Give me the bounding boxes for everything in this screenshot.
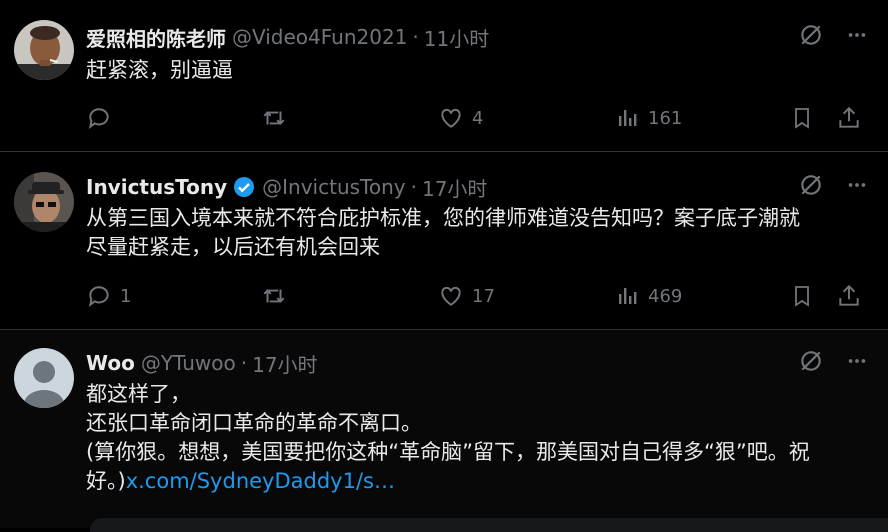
user-photo-icon [14,172,74,232]
post-actions: 4 161 [86,102,868,134]
like-count: 4 [472,107,484,129]
grok-icon[interactable] [798,348,824,379]
reply-box-edge [90,518,888,532]
author-handle[interactable]: @InvictusTony [262,175,405,199]
post-text: 从第三国入境本来就不符合庇护标准，您的律师难道没告知吗？案子底子潮就 尽量赶紧走… [86,206,800,259]
avatar[interactable] [14,172,74,232]
share-button[interactable] [836,280,862,312]
like-count: 17 [472,285,495,307]
author-handle[interactable]: @Video4Fun2021 [232,25,407,49]
bookmark-icon [795,108,809,129]
verified-badge-icon[interactable] [232,175,256,199]
post-1[interactable]: 爱照相的陈老师 @Video4Fun2021 · 11小时 赶紧滚，别逼逼 4 … [0,0,888,152]
bookmark-icon [795,286,809,307]
views-icon [619,110,637,126]
post-time[interactable]: 17小时 [422,173,487,202]
more-icon[interactable] [846,174,868,201]
reply-button[interactable] [86,102,112,134]
post-text: 都这样了， 还张口革命闭口革命的革命不离口。 (算你狠。想想，美国要把你这种“革… [86,380,858,496]
post-text: 赶紧滚，别逼逼 [86,58,233,82]
reply-count: 1 [120,285,132,307]
default-avatar-icon [14,348,74,408]
reply-icon [88,108,109,129]
author-name[interactable]: 爱照相的陈老师 [86,23,226,52]
like-button[interactable]: 4 [438,102,483,134]
grok-icon[interactable] [798,172,824,203]
repost-icon [263,111,285,125]
views-button[interactable]: 469 [616,280,682,312]
like-button[interactable]: 17 [438,280,495,312]
bookmark-button[interactable] [790,280,814,312]
reply-button[interactable]: 1 [86,280,131,312]
separator-dot: · [410,175,417,199]
share-icon [839,106,859,128]
user-photo-icon [14,20,74,80]
post-link[interactable]: x.com/SydneyDaddy1/s… [126,469,395,493]
share-button[interactable] [836,102,862,134]
post-time[interactable]: 17小时 [252,349,317,378]
avatar[interactable] [14,20,74,80]
post-header: 爱照相的陈老师 @Video4Fun2021 · 11小时 [86,22,888,52]
views-button[interactable]: 161 [616,102,682,134]
author-name[interactable]: InvictusTony [86,175,227,199]
post-header: InvictusTony @InvictusTony · 17小时 [86,172,888,202]
author-name[interactable]: Woo [86,351,135,375]
repost-button[interactable] [260,280,288,312]
grok-icon[interactable] [798,22,824,53]
reply-icon [88,286,109,307]
more-icon[interactable] [846,24,868,51]
bookmark-button[interactable] [790,102,814,134]
like-icon [441,286,461,306]
separator-dot: · [412,25,419,49]
avatar[interactable] [14,348,74,408]
views-icon [619,288,637,304]
post-3[interactable]: Woo @YTuwoo · 17小时 都这样了， 还张口革命闭口革命的革命不离口… [0,330,888,528]
repost-button[interactable] [260,102,288,134]
repost-icon [263,289,285,303]
views-count: 469 [648,285,683,307]
more-icon[interactable] [846,350,868,377]
author-handle[interactable]: @YTuwoo [141,351,236,375]
like-icon [441,108,461,128]
separator-dot: · [240,351,248,375]
post-header: Woo @YTuwoo · 17小时 [86,348,888,378]
views-count: 161 [648,107,683,129]
share-icon [839,284,859,306]
post-actions: 1 17 469 [86,280,868,312]
post-time[interactable]: 11小时 [424,23,489,52]
post-2[interactable]: InvictusTony @InvictusTony · 17小时 从第三国入境… [0,152,888,330]
